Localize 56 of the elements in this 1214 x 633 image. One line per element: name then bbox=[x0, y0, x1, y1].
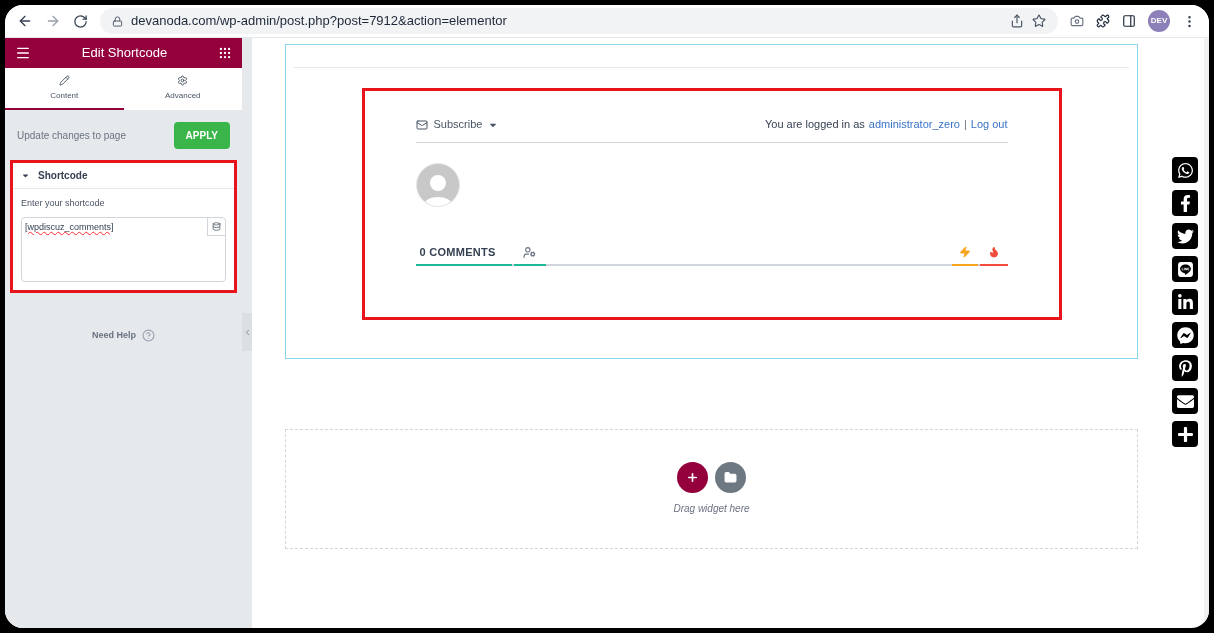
user-gear-icon bbox=[523, 245, 536, 259]
lightning-icon bbox=[958, 246, 971, 258]
envelope-icon bbox=[415, 118, 428, 131]
caret-icon bbox=[21, 171, 30, 180]
address-bar[interactable]: devanoda.com/wp-admin/post.php?post=7912&action=elementor bbox=[100, 8, 1058, 34]
share-button[interactable] bbox=[1172, 223, 1198, 249]
gear-icon bbox=[177, 74, 189, 86]
share-button[interactable] bbox=[1172, 289, 1198, 315]
share-button[interactable] bbox=[1172, 256, 1198, 282]
menu-icon[interactable] bbox=[15, 45, 31, 61]
section-title: Shortcode bbox=[38, 169, 88, 183]
need-help-link[interactable]: Need Help bbox=[92, 328, 136, 342]
widgets-grid-icon[interactable] bbox=[218, 46, 232, 60]
pencil-icon bbox=[58, 74, 70, 86]
share-button[interactable] bbox=[1172, 190, 1198, 216]
bird-icon bbox=[1176, 227, 1194, 245]
folder-icon bbox=[724, 471, 737, 484]
comments-count-tab[interactable]: 0 COMMENTS bbox=[415, 240, 512, 266]
linkedin-icon bbox=[1176, 293, 1194, 311]
camera-icon[interactable] bbox=[1070, 14, 1084, 28]
lock-icon bbox=[112, 15, 123, 27]
plus-icon bbox=[1176, 425, 1194, 443]
messenger-icon bbox=[1176, 326, 1194, 344]
flame-icon bbox=[987, 246, 1000, 258]
share-icon[interactable] bbox=[1010, 14, 1024, 28]
username-link[interactable]: administrator_zero bbox=[868, 116, 960, 133]
shortcode-field[interactable]: [wpdiscuz_comments] bbox=[21, 216, 226, 282]
logout-link[interactable]: Log out bbox=[970, 116, 1008, 133]
add-template-button[interactable] bbox=[715, 462, 746, 493]
extensions-icon[interactable] bbox=[1096, 14, 1110, 28]
profile-avatar[interactable]: DEV bbox=[1148, 10, 1170, 32]
back-icon[interactable] bbox=[17, 13, 33, 29]
share-button[interactable] bbox=[1172, 322, 1198, 348]
share-button[interactable] bbox=[1172, 421, 1198, 447]
login-status: You are logged in as bbox=[764, 117, 865, 133]
plus-icon bbox=[686, 471, 699, 484]
side-panel-icon[interactable] bbox=[1122, 14, 1136, 28]
bookmark-star-icon[interactable] bbox=[1032, 14, 1046, 28]
field-label: Enter your shortcode bbox=[21, 197, 106, 210]
share-button[interactable] bbox=[1172, 157, 1198, 183]
whatsapp-icon bbox=[1176, 161, 1194, 179]
separator: | bbox=[963, 117, 967, 133]
pinterest-icon bbox=[1176, 359, 1194, 377]
update-label: Update changes to page bbox=[17, 128, 126, 143]
dynamic-tags-icon[interactable] bbox=[207, 217, 225, 236]
collapse-handle[interactable] bbox=[242, 313, 252, 351]
share-button[interactable] bbox=[1172, 388, 1198, 414]
line-chat-icon bbox=[1176, 260, 1194, 278]
drop-hint: Drag widget here bbox=[673, 502, 750, 516]
envelope-icon bbox=[1176, 392, 1194, 410]
share-button[interactable] bbox=[1172, 355, 1198, 381]
url-text: devanoda.com/wp-admin/post.php?post=7912&action=elementor bbox=[131, 12, 507, 31]
add-section-button[interactable] bbox=[677, 462, 708, 493]
panel-title: Edit Shortcode bbox=[81, 44, 168, 63]
reload-icon[interactable] bbox=[73, 13, 88, 29]
subscribe-dropdown[interactable]: Subscribe bbox=[415, 116, 499, 133]
